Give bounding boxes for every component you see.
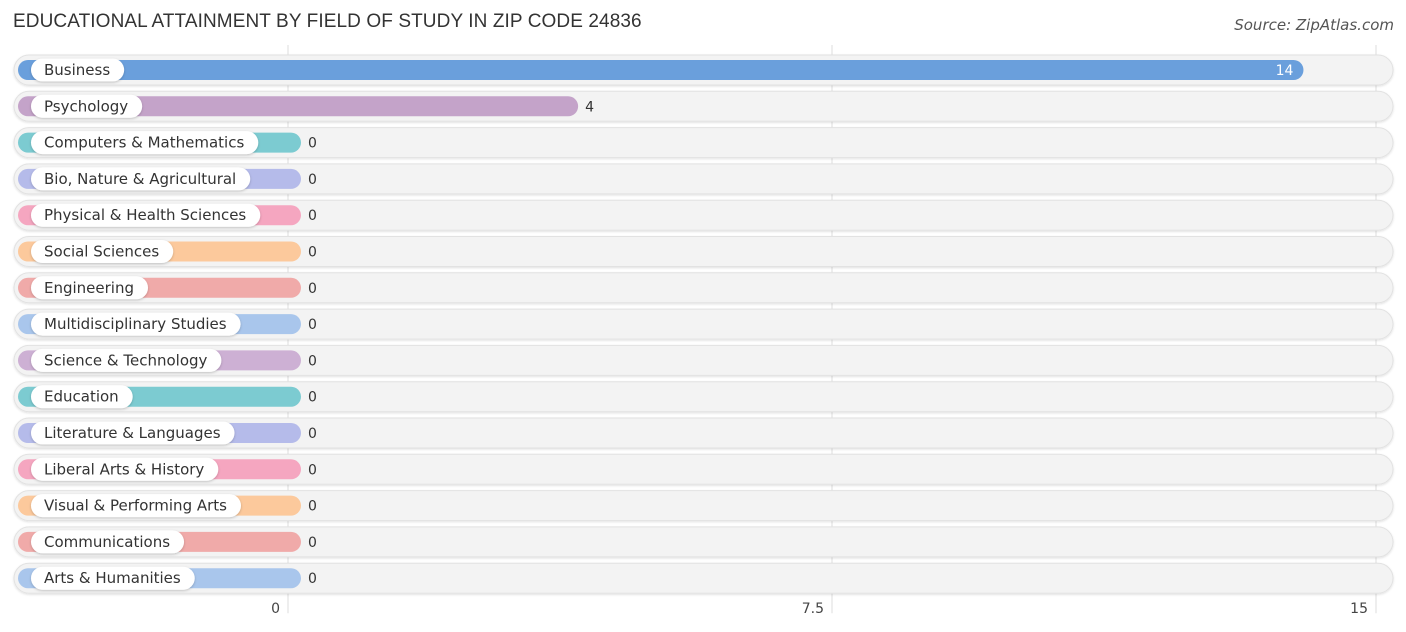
x-axis-ticks: 0 7.5 15: [271, 601, 1368, 617]
value-label: 0: [308, 281, 317, 297]
svg-text:Physical & Health Sciences: Physical & Health Sciences: [44, 206, 246, 224]
category-label: Visual & Performing Arts: [31, 494, 241, 518]
x-tick-label: 7.5: [802, 601, 824, 617]
category-label: Multidisciplinary Studies: [31, 312, 241, 336]
value-label: 0: [308, 172, 317, 188]
category-label: Physical & Health Sciences: [31, 203, 261, 227]
category-label: Psychology: [31, 94, 143, 118]
bar-chart: Business Psychology Computers & Mathematic…: [13, 45, 1394, 617]
svg-text:Science & Technology: Science & Technology: [44, 351, 208, 369]
svg-text:Bio, Nature & Agricultural: Bio, Nature & Agricultural: [44, 170, 236, 188]
value-label: 0: [308, 499, 317, 515]
category-label: Education: [31, 385, 133, 409]
svg-text:Liberal Arts & History: Liberal Arts & History: [44, 460, 204, 478]
value-label: 14: [1276, 63, 1294, 79]
value-label: 4: [585, 99, 594, 115]
value-label: 0: [308, 571, 317, 587]
category-label: Literature & Languages: [31, 421, 235, 445]
category-label: Engineering: [31, 276, 148, 300]
category-label: Liberal Arts & History: [31, 457, 219, 481]
value-label: 0: [308, 208, 317, 224]
svg-text:Literature & Languages: Literature & Languages: [44, 424, 221, 442]
value-label: 0: [308, 535, 317, 551]
x-tick-label: 15: [1350, 601, 1368, 617]
category-label: Social Sciences: [31, 240, 174, 263]
value-label: 0: [308, 136, 317, 152]
category-label: Bio, Nature & Agricultural: [31, 167, 251, 191]
x-tick-label: 0: [271, 601, 280, 617]
value-label: 0: [308, 390, 317, 406]
value-label: 0: [308, 245, 317, 261]
category-label: Communications: [31, 530, 185, 554]
svg-text:Communications: Communications: [44, 533, 170, 551]
svg-text:Arts & Humanities: Arts & Humanities: [44, 569, 181, 587]
bar[interactable]: [18, 60, 1304, 80]
value-label: 0: [308, 353, 317, 369]
value-label: 0: [308, 426, 317, 442]
category-labels: Business Psychology Computers & Mathematic…: [31, 58, 261, 590]
svg-text:Psychology: Psychology: [44, 97, 128, 115]
value-label: 0: [308, 462, 317, 478]
svg-text:Computers & Mathematics: Computers & Mathematics: [44, 134, 244, 152]
svg-text:Multidisciplinary Studies: Multidisciplinary Studies: [44, 315, 227, 333]
category-label: Arts & Humanities: [31, 566, 195, 590]
svg-text:Business: Business: [44, 61, 110, 79]
svg-text:Engineering: Engineering: [44, 279, 134, 297]
value-label: 0: [308, 317, 317, 333]
category-label: Science & Technology: [31, 348, 222, 372]
svg-text:Social Sciences: Social Sciences: [44, 243, 159, 261]
category-label: Computers & Mathematics: [31, 131, 259, 155]
svg-text:Visual & Performing Arts: Visual & Performing Arts: [44, 497, 227, 515]
svg-text:Education: Education: [44, 388, 119, 406]
category-label: Business: [31, 58, 125, 82]
